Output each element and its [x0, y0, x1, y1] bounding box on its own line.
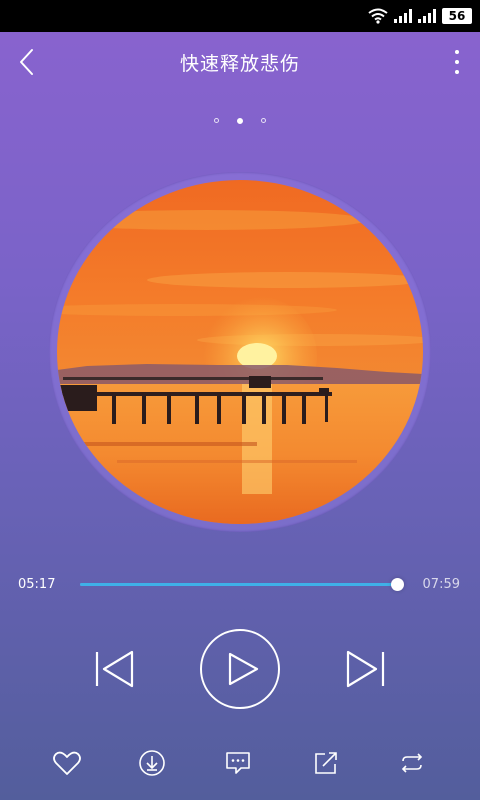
heart-icon: [53, 751, 81, 775]
wifi-icon: [368, 8, 388, 24]
page-dot: [261, 118, 266, 123]
previous-button[interactable]: [92, 648, 138, 690]
status-icons: 56: [368, 6, 472, 26]
page-indicator: [0, 118, 480, 124]
next-button[interactable]: [342, 648, 388, 690]
current-time: 05:17: [18, 577, 56, 592]
back-button[interactable]: [14, 46, 42, 78]
share-button[interactable]: [311, 748, 341, 778]
favorite-button[interactable]: [52, 748, 82, 778]
previous-icon: [95, 650, 134, 688]
progress-track[interactable]: [80, 578, 404, 591]
signal-icon: [394, 9, 412, 23]
status-bar: 56: [0, 0, 480, 32]
play-button[interactable]: [199, 628, 281, 710]
album-art: [57, 180, 423, 524]
repeat-button[interactable]: [397, 748, 427, 778]
page-title: 快速释放悲伤: [179, 53, 300, 75]
comment-button[interactable]: [223, 748, 253, 778]
download-button[interactable]: [137, 748, 167, 778]
page-dot-active: [237, 118, 243, 124]
progress-thumb[interactable]: [390, 578, 404, 591]
play-icon: [200, 629, 280, 709]
signal-2-icon: [418, 9, 436, 23]
chevron-left-icon: [20, 49, 33, 75]
more-vertical-icon[interactable]: [452, 50, 462, 74]
battery-icon: 56: [442, 8, 472, 24]
playback-progress: 05:17 07:59: [0, 570, 480, 600]
next-icon: [346, 650, 385, 688]
comment-icon: [226, 752, 250, 774]
sunset-image: [57, 180, 423, 524]
download-icon: [139, 750, 165, 776]
total-time: 07:59: [422, 577, 460, 592]
page-dot: [214, 118, 219, 123]
top-bar: 快速释放悲伤: [0, 32, 480, 92]
progress-fill: [80, 583, 397, 586]
bottom-actions: [0, 744, 480, 780]
share-icon: [315, 752, 337, 774]
repeat-icon: [401, 753, 423, 773]
